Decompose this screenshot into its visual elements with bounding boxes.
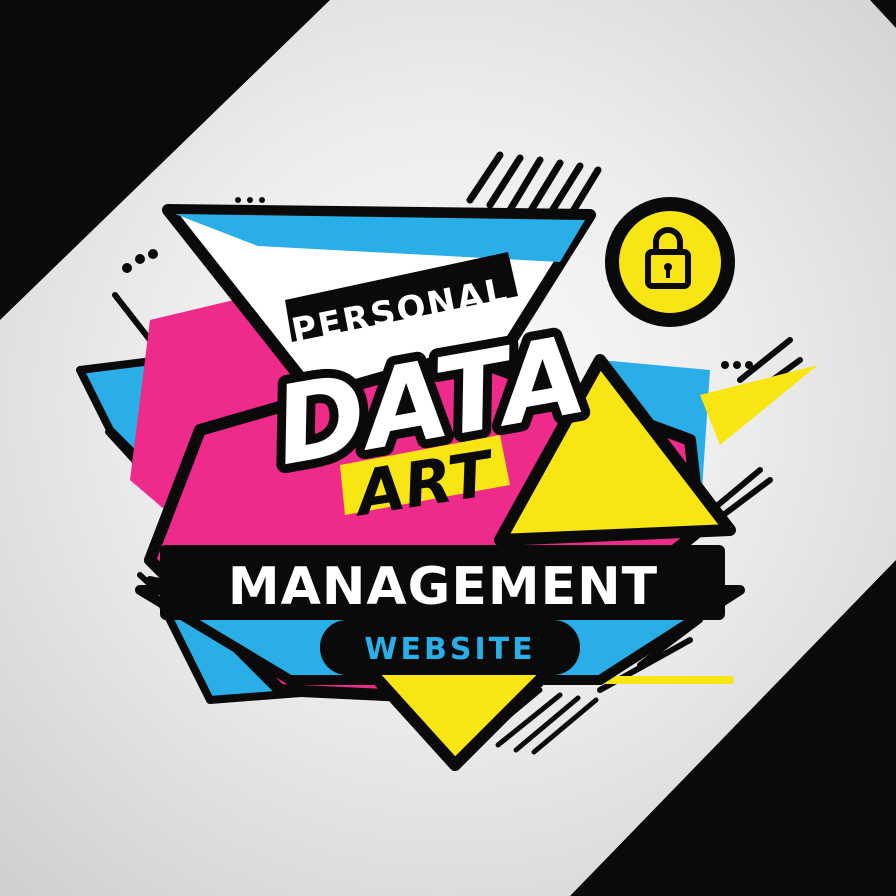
logo-canvas: PERSONAL DATA DATA ART MANAGEMENT WEBSIT… [0, 0, 896, 896]
speed-lines-top [466, 151, 602, 220]
yellow-bolt [700, 365, 818, 445]
management-text: MANAGEMENT [228, 557, 658, 617]
corner-band-top-right [870, 0, 896, 28]
padlock-badge [605, 197, 735, 327]
website-text: WEBSITE [364, 632, 535, 667]
bottom-diamond-yellow [354, 654, 566, 771]
